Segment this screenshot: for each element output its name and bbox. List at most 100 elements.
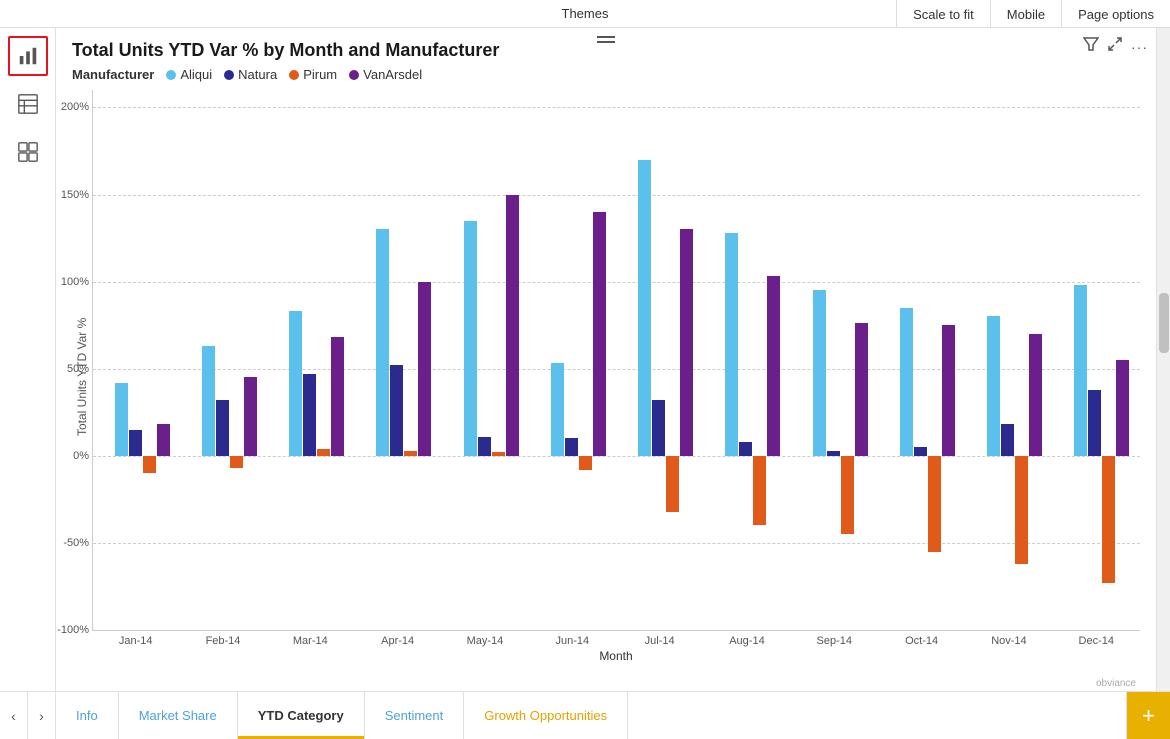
legend: Manufacturer Aliqui Natura Pirum VanArsd… <box>72 67 1140 82</box>
x-label-Nov-14: Nov-14 <box>965 635 1052 647</box>
legend-dot-vanarsdel <box>349 70 359 80</box>
bar-Apr-14-3 <box>418 282 431 456</box>
chart-grid-area: 200%150%100%50%0%-50%-100% <box>92 90 1140 631</box>
bar-Aug-14-1 <box>739 442 752 456</box>
bottom-tabs: ‹ › Info Market Share YTD Category Senti… <box>0 691 1170 739</box>
x-label-Jan-14: Jan-14 <box>92 635 179 647</box>
y-axis-tick--100: -100% <box>56 624 89 636</box>
bar-Dec-14-1 <box>1088 390 1101 456</box>
toolbar-page-options[interactable]: Page options <box>1061 0 1170 28</box>
bar-Sep-14-0 <box>813 290 826 455</box>
x-label-Feb-14: Feb-14 <box>179 635 266 647</box>
bar-Mar-14-3 <box>331 337 344 455</box>
legend-label: Manufacturer <box>72 67 154 82</box>
scrollbar[interactable] <box>1156 28 1170 691</box>
bar-Feb-14-0 <box>202 346 215 456</box>
tab-add-button[interactable]: + <box>1126 692 1170 739</box>
bar-Jan-14-3 <box>157 424 170 455</box>
bar-Feb-14-1 <box>216 400 229 456</box>
bar-Dec-14-0 <box>1074 285 1087 456</box>
y-axis-tick-50: 50% <box>56 363 89 375</box>
x-label-Jul-14: Jul-14 <box>616 635 703 647</box>
toolbar-scale-to-fit[interactable]: Scale to fit <box>896 0 990 28</box>
more-options-icon[interactable]: ··· <box>1131 39 1148 55</box>
bar-Jun-14-1 <box>565 438 578 455</box>
tab-sentiment[interactable]: Sentiment <box>365 692 465 739</box>
legend-dot-natura <box>224 70 234 80</box>
bar-chart-icon[interactable] <box>8 36 48 76</box>
x-label-Jun-14: Jun-14 <box>529 635 616 647</box>
bar-Jul-14-0 <box>638 160 651 456</box>
chart-container: Total Units YTD Var % 200%150%100%50%0%-… <box>72 90 1140 663</box>
y-axis-tick-150: 150% <box>56 189 89 201</box>
x-label-Dec-14: Dec-14 <box>1053 635 1140 647</box>
drag-handle[interactable] <box>597 36 615 43</box>
expand-icon[interactable] <box>1107 36 1123 57</box>
legend-item-aliqui: Aliqui <box>166 67 212 82</box>
x-axis: Jan-14Feb-14Mar-14Apr-14May-14Jun-14Jul-… <box>92 635 1140 647</box>
bar-Mar-14-1 <box>303 374 316 456</box>
legend-dot-aliqui <box>166 70 176 80</box>
bar-Nov-14-1 <box>1001 424 1014 455</box>
y-axis-label: Total Units YTD Var % <box>72 90 92 663</box>
tab-growth-opportunities[interactable]: Growth Opportunities <box>464 692 628 739</box>
bar-Jul-14-1 <box>652 400 665 456</box>
chart-area: ··· Total Units YTD Var % by Month and M… <box>56 28 1156 691</box>
grid-line-0 <box>93 456 1140 457</box>
legend-item-vanarsdel: VanArsdel <box>349 67 422 82</box>
bar-May-14-2 <box>492 452 505 455</box>
tab-back-button[interactable]: ‹ <box>0 692 28 739</box>
bar-Jul-14-3 <box>680 229 693 455</box>
main-layout: ··· Total Units YTD Var % by Month and M… <box>0 28 1170 691</box>
bar-Jul-14-2 <box>666 456 679 512</box>
bar-May-14-0 <box>464 221 477 456</box>
bar-Jun-14-2 <box>579 456 592 470</box>
x-label-Sep-14: Sep-14 <box>791 635 878 647</box>
bar-Sep-14-2 <box>841 456 854 534</box>
toolbar: Themes Scale to fit Mobile Page options <box>0 0 1170 28</box>
scrollbar-thumb[interactable] <box>1159 293 1169 353</box>
tab-market-share[interactable]: Market Share <box>119 692 238 739</box>
tab-forward-button[interactable]: › <box>28 692 56 739</box>
bar-May-14-3 <box>506 195 519 456</box>
bar-Jan-14-1 <box>129 430 142 456</box>
grid-line-50 <box>93 369 1140 370</box>
x-label-Apr-14: Apr-14 <box>354 635 441 647</box>
grid-line--50 <box>93 543 1140 544</box>
y-axis-tick-200: 200% <box>56 101 89 113</box>
bar-Apr-14-1 <box>390 365 403 456</box>
bar-Jan-14-0 <box>115 383 128 456</box>
bar-Dec-14-2 <box>1102 456 1115 583</box>
x-label-Mar-14: Mar-14 <box>267 635 354 647</box>
tab-info[interactable]: Info <box>56 692 119 739</box>
x-label-Aug-14: Aug-14 <box>703 635 790 647</box>
bar-Aug-14-2 <box>753 456 766 526</box>
grid-line-150 <box>93 195 1140 196</box>
tab-ytd-category[interactable]: YTD Category <box>238 692 365 739</box>
chart-toolbar: ··· <box>1083 36 1148 57</box>
dashboard-icon[interactable] <box>8 132 48 172</box>
bar-Oct-14-3 <box>942 325 955 456</box>
x-label-May-14: May-14 <box>441 635 528 647</box>
bar-Feb-14-2 <box>230 456 243 468</box>
bar-Jun-14-3 <box>593 212 606 456</box>
bar-Jun-14-0 <box>551 363 564 455</box>
grid-line-200 <box>93 107 1140 108</box>
y-axis-tick-100: 100% <box>56 276 89 288</box>
bar-Feb-14-3 <box>244 377 257 455</box>
bar-Nov-14-0 <box>987 316 1000 455</box>
bar-Apr-14-0 <box>376 229 389 455</box>
filter-icon[interactable] <box>1083 36 1099 57</box>
table-icon[interactable] <box>8 84 48 124</box>
legend-item-natura: Natura <box>224 67 277 82</box>
y-axis-tick--50: -50% <box>56 537 89 549</box>
legend-item-pirum: Pirum <box>289 67 337 82</box>
chart-inner: 200%150%100%50%0%-50%-100% Jan-14Feb-14M… <box>92 90 1140 663</box>
grid-line-100 <box>93 282 1140 283</box>
chart-title: Total Units YTD Var % by Month and Manuf… <box>72 40 1140 61</box>
bar-Sep-14-1 <box>827 451 840 456</box>
toolbar-mobile[interactable]: Mobile <box>990 0 1061 28</box>
x-label-Oct-14: Oct-14 <box>878 635 965 647</box>
toolbar-themes[interactable]: Themes <box>542 2 629 25</box>
bar-Oct-14-2 <box>928 456 941 552</box>
